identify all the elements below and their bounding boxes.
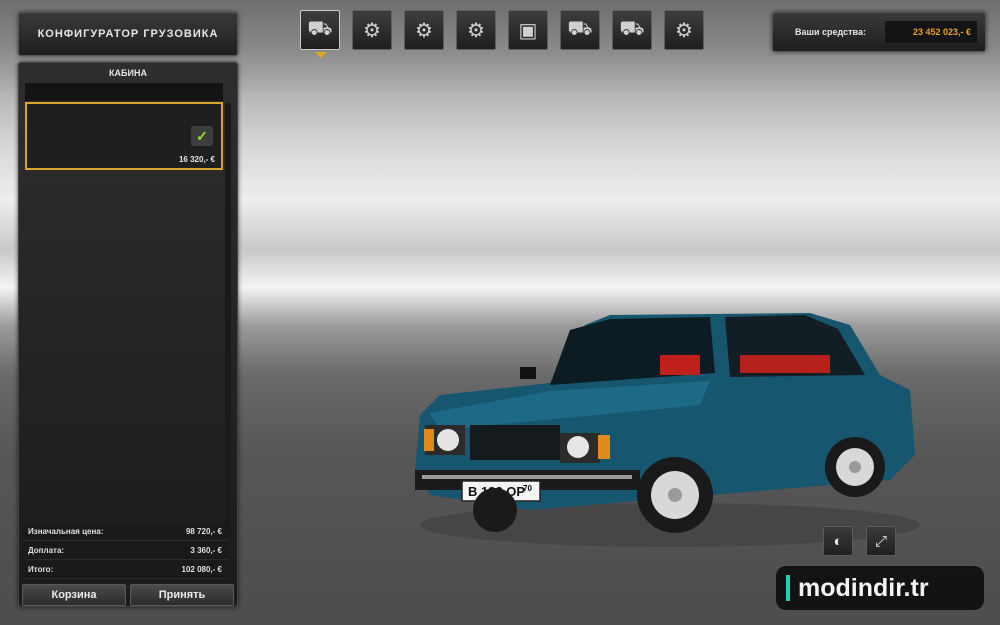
vehicle-preview: В 132 ОР 70 (415, 313, 920, 547)
tab-transmission[interactable]: ⚙ (456, 10, 496, 50)
tab-chassis[interactable]: ⚙ (352, 10, 392, 50)
tab-accessories[interactable]: ⛟ (612, 10, 652, 50)
tab-interior[interactable]: ▣ (508, 10, 548, 50)
summary-label: Изначальная цена: (28, 527, 104, 536)
category-tabs: ⛟ ⚙ ⚙ ⚙ ▣ ⛟ ⛟ ⚙ (300, 10, 704, 58)
summary-surcharge: Доплата: 3 360,- € (22, 542, 228, 560)
transmission-icon: ⚙ (467, 19, 485, 42)
summary-base-price: Изначальная цена: 98 720,- € (22, 523, 228, 541)
truck-front-icon: ⛟ (567, 17, 593, 40)
paint-icon: ⚙ (675, 19, 693, 42)
funds-value: 23 452 023,- € (885, 21, 977, 43)
tab-cabin[interactable]: ⛟ (300, 10, 340, 58)
funds-label: Ваши средства: (795, 27, 866, 37)
configurator-title: КОНФИГУРАТОР ГРУЗОВИКА (18, 12, 238, 56)
summary-label: Итого: (28, 565, 54, 574)
list-header (25, 83, 223, 101)
watermark-accent-bar (786, 575, 790, 601)
cabin-icon: ⛟ (307, 17, 333, 40)
cabin-option-price: 16 320,- € (178, 155, 215, 164)
configurator-title-text: КОНФИГУРАТОР ГРУЗОВИКА (37, 28, 219, 40)
summary-value: 3 360,- € (190, 546, 222, 555)
license-region: 70 (523, 484, 532, 493)
cabin-panel: КАБИНА ✓ 16 320,- € Изначальная цена: 98… (18, 62, 238, 607)
watermark-text: modindir.tr (798, 573, 929, 602)
tab-truck-front[interactable]: ⛟ (560, 10, 600, 50)
summary-value: 102 080,- € (181, 565, 222, 574)
section-label: КАБИНА (109, 68, 147, 78)
cart-button[interactable]: Корзина (22, 584, 126, 606)
accept-button[interactable]: Принять (130, 584, 234, 606)
summary-label: Доплата: (28, 546, 65, 555)
watermark-logo: modindir.tr (776, 566, 984, 610)
summary-value: 98 720,- € (185, 527, 222, 536)
accessories-icon: ⛟ (619, 17, 645, 40)
funds-display: Ваши средства: 23 452 023,- € (772, 12, 986, 52)
list-scrollbar[interactable] (225, 103, 231, 548)
tab-engine[interactable]: ⚙ (404, 10, 444, 50)
cabin-option-selected[interactable]: ✓ 16 320,- € (25, 102, 223, 170)
lights-icon[interactable]: ◐ (823, 526, 853, 556)
chassis-icon: ⚙ (363, 19, 381, 42)
engine-icon: ⚙ (415, 19, 433, 42)
tab-paint[interactable]: ⚙ (664, 10, 704, 50)
fullscreen-icon[interactable]: ⤢ (866, 526, 896, 556)
summary-total: Итого: 102 080,- € (22, 561, 228, 579)
interior-icon: ▣ (518, 19, 538, 42)
checkmark-icon: ✓ (191, 126, 213, 146)
